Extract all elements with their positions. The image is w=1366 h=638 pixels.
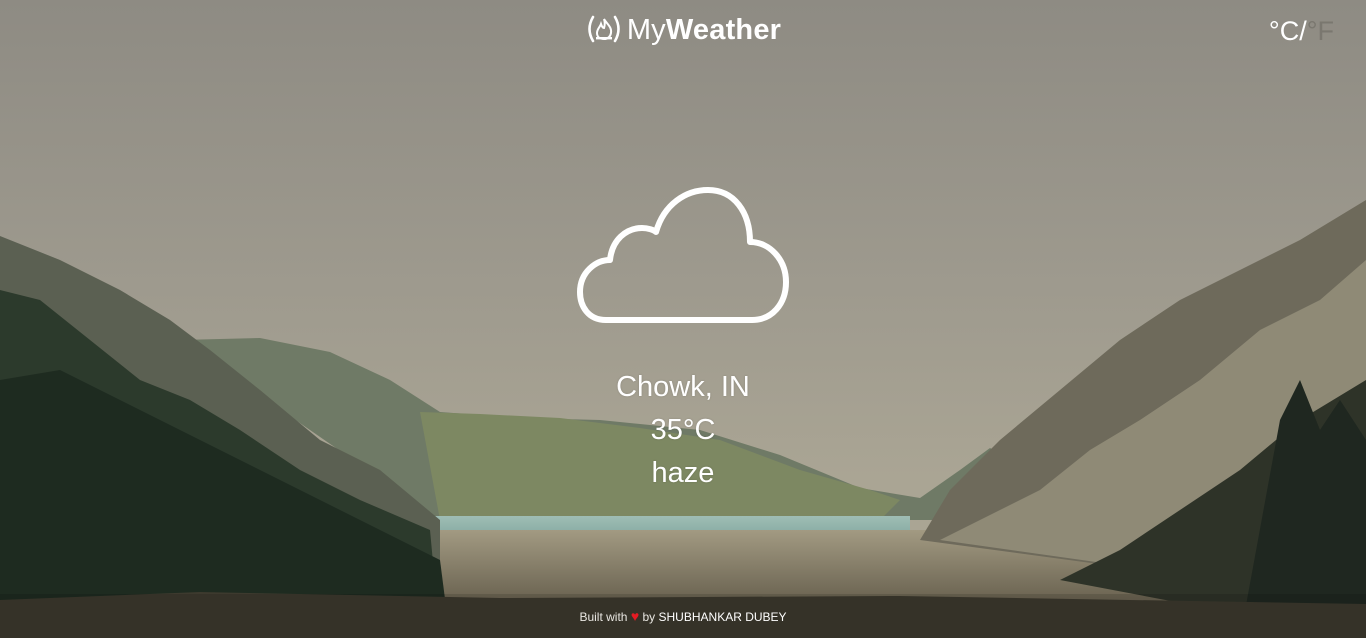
- fahrenheit-toggle[interactable]: °F: [1307, 16, 1334, 46]
- footer-built-with: Built with: [579, 610, 628, 624]
- weather-description: haze: [651, 457, 715, 489]
- author-link[interactable]: SHUBHANKAR DUBEY: [659, 610, 787, 624]
- logo-text-light: My: [626, 14, 666, 46]
- footer-by: by: [642, 610, 656, 624]
- cloud-icon: [577, 187, 789, 323]
- app-root: MyWeather °C/°F Chowk, IN 35°C haze Buil…: [0, 0, 1366, 638]
- fire-in-parens-icon: [585, 15, 623, 52]
- unit-separator: /: [1299, 16, 1307, 46]
- location-label: Chowk, IN: [616, 371, 750, 403]
- footer: Built with ♥ by SHUBHANKAR DUBEY: [0, 594, 1366, 638]
- heart-icon: ♥: [630, 608, 640, 624]
- app-logo[interactable]: MyWeather: [0, 12, 1366, 52]
- unit-toggle: °C/°F: [1269, 14, 1334, 48]
- logo-text-bold: Weather: [665, 14, 782, 46]
- temperature-label: 35°C: [650, 414, 716, 446]
- weather-info: Chowk, IN 35°C haze: [0, 366, 1366, 495]
- celsius-toggle[interactable]: °C: [1269, 16, 1299, 46]
